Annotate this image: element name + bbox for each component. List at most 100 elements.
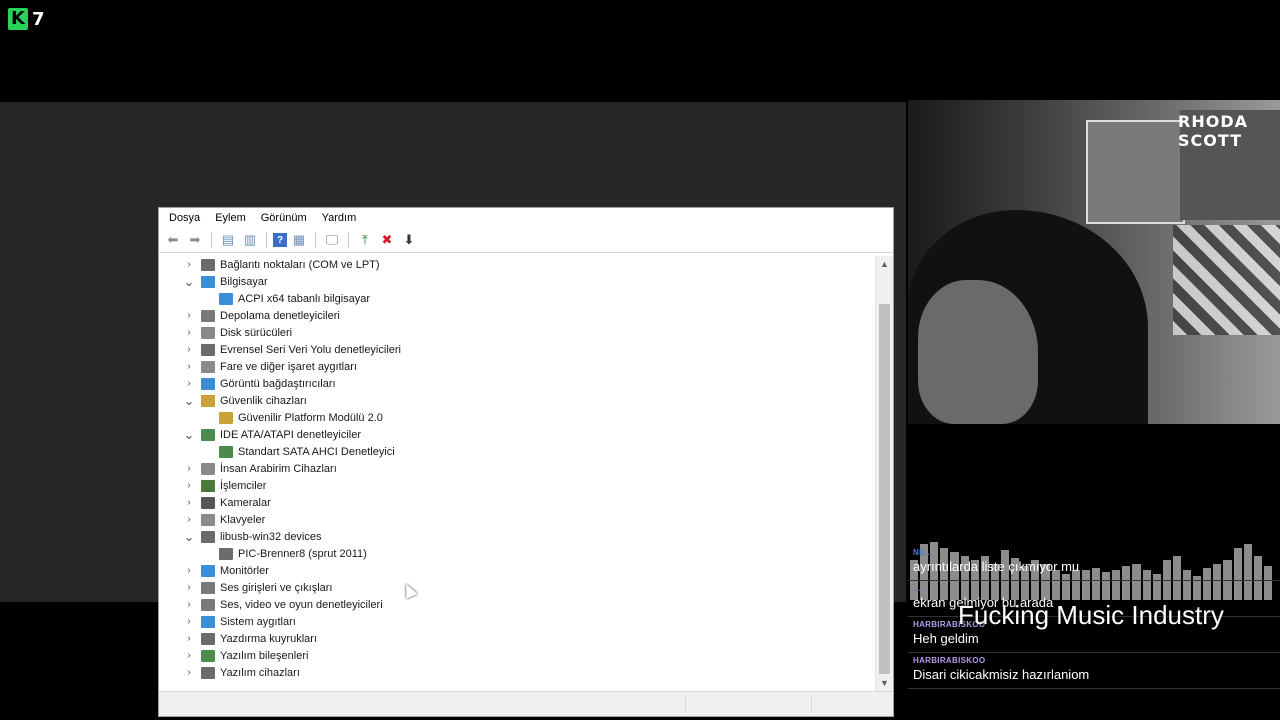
tree-item-label: Disk sürücüleri bbox=[220, 326, 293, 339]
chat-message: NE... ayrıntılarda liste çıkmıyor mu bbox=[908, 545, 1280, 581]
chevron-right-icon[interactable]: › bbox=[183, 327, 195, 338]
chevron-right-icon[interactable]: › bbox=[183, 667, 195, 678]
tree-item-label: Ses, video ve oyun denetleyicileri bbox=[220, 598, 383, 611]
menu-item-2[interactable]: Görünüm bbox=[259, 212, 314, 224]
overlay-title: Fucking Music Industry bbox=[958, 600, 1224, 630]
poster-text: RHODA SCOTT bbox=[1178, 112, 1248, 150]
chevron-right-icon[interactable]: › bbox=[183, 616, 195, 627]
tree-item-label: Monitörler bbox=[220, 564, 269, 577]
tree-item-label: Depolama denetleyicileri bbox=[220, 309, 340, 322]
menu-item-1[interactable]: Eylem bbox=[213, 212, 253, 224]
menu-item-0[interactable]: Dosya bbox=[167, 212, 207, 224]
camera-icon bbox=[201, 496, 215, 509]
tree-category-item[interactable]: › Sistem aygıtları bbox=[159, 613, 877, 630]
help-icon[interactable]: ? bbox=[273, 233, 287, 247]
tree-category-item[interactable]: › Monitörler bbox=[159, 562, 877, 579]
poster bbox=[1086, 120, 1185, 224]
chevron-down-icon[interactable]: ⌄ bbox=[183, 393, 195, 409]
tree-category-item[interactable]: › Yazdırma kuyrukları bbox=[159, 630, 877, 647]
update-driver-icon[interactable]: ⤒ bbox=[355, 230, 375, 250]
tree-item-label: Yazılım bileşenleri bbox=[220, 649, 309, 662]
tree-category-item[interactable]: › İşlemciler bbox=[159, 477, 877, 494]
scroll-up-icon[interactable]: ▲ bbox=[876, 256, 893, 273]
monitor-icon[interactable]: 🖵 bbox=[322, 230, 342, 250]
chat-username: HARBIRABISKOO bbox=[913, 656, 986, 665]
chevron-right-icon[interactable]: › bbox=[183, 259, 195, 270]
chevron-right-icon[interactable]: › bbox=[183, 361, 195, 372]
chevron-right-icon[interactable]: › bbox=[183, 378, 195, 389]
tree-child-item[interactable]: ›Güvenilir Platform Modülü 2.0 bbox=[159, 409, 877, 426]
tree-category-item[interactable]: ⌄ Güvenlik cihazları bbox=[159, 392, 877, 409]
tree-category-item[interactable]: › Ses, video ve oyun denetleyicileri bbox=[159, 596, 877, 613]
tree-category-item[interactable]: ⌄ Bilgisayar bbox=[159, 273, 877, 290]
tree-item-label: Bağlantı noktaları (COM ve LPT) bbox=[220, 258, 380, 271]
chevron-down-icon[interactable]: ⌄ bbox=[183, 427, 195, 443]
tree-item-label: libusb-win32 devices bbox=[220, 530, 322, 543]
webcam-feed: RHODA SCOTT bbox=[908, 100, 1280, 424]
tree-category-item[interactable]: › Ses girişleri ve çıkışları bbox=[159, 579, 877, 596]
chat-text: Disari cikicakmisiz hazırlaniom bbox=[913, 667, 1090, 682]
details-icon[interactable]: ▥ bbox=[240, 230, 260, 250]
chevron-right-icon[interactable]: › bbox=[183, 633, 195, 644]
hid-icon bbox=[201, 462, 215, 475]
tree-category-item[interactable]: › Kameralar bbox=[159, 494, 877, 511]
chat-text: ayrıntılarda liste çıkmıyor mu bbox=[913, 559, 1080, 574]
uninstall-icon[interactable]: ✖ bbox=[377, 230, 397, 250]
chevron-right-icon[interactable]: › bbox=[183, 650, 195, 661]
tree-category-item[interactable]: › Klavyeler bbox=[159, 511, 877, 528]
tree-child-item[interactable]: ›Standart SATA AHCI Denetleyici bbox=[159, 443, 877, 460]
tree-child-item[interactable]: ›ACPI x64 tabanlı bilgisayar bbox=[159, 290, 877, 307]
chat-username: ... bbox=[913, 584, 921, 593]
system-icon bbox=[201, 615, 215, 628]
scroll-thumb[interactable] bbox=[879, 304, 890, 674]
tree-category-item[interactable]: › Fare ve diğer işaret aygıtları bbox=[159, 358, 877, 375]
menu-item-3[interactable]: Yardım bbox=[320, 212, 364, 224]
tree-category-item[interactable]: › Disk sürücüleri bbox=[159, 324, 877, 341]
streamer-face bbox=[918, 280, 1038, 424]
tree-category-item[interactable]: ⌄ IDE ATA/ATAPI denetleyiciler bbox=[159, 426, 877, 443]
tree-category-item[interactable]: › Yazılım cihazları bbox=[159, 664, 877, 681]
chevron-right-icon[interactable]: › bbox=[183, 497, 195, 508]
tree-category-item[interactable]: › İnsan Arabirim Cihazları bbox=[159, 460, 877, 477]
tree-item-label: İnsan Arabirim Cihazları bbox=[220, 462, 337, 475]
logo: K 7 bbox=[8, 8, 45, 30]
status-segment bbox=[811, 695, 812, 713]
software-device-icon bbox=[201, 666, 215, 679]
tree-item-label: PIC-Brenner8 (sprut 2011) bbox=[238, 547, 367, 560]
vertical-scrollbar[interactable]: ▲ ▼ bbox=[875, 256, 893, 692]
chevron-right-icon[interactable]: › bbox=[183, 582, 195, 593]
tree-item-label: Standart SATA AHCI Denetleyici bbox=[238, 445, 395, 458]
tree-item-label: ACPI x64 tabanlı bilgisayar bbox=[238, 292, 371, 305]
chevron-right-icon[interactable]: › bbox=[183, 344, 195, 355]
chevron-right-icon[interactable]: › bbox=[183, 514, 195, 525]
chevron-right-icon[interactable]: › bbox=[183, 565, 195, 576]
tree-category-item[interactable]: › Bağlantı noktaları (COM ve LPT) bbox=[159, 256, 877, 273]
tree-category-item[interactable]: › Evrensel Seri Veri Yolu denetleyicileri bbox=[159, 341, 877, 358]
tree-item-label: Yazılım cihazları bbox=[220, 666, 300, 679]
tree-category-item[interactable]: › Depolama denetleyicileri bbox=[159, 307, 877, 324]
tree-category-item[interactable]: › Yazılım bileşenleri bbox=[159, 647, 877, 664]
tree-child-item[interactable]: ›PIC-Brenner8 (sprut 2011) bbox=[159, 545, 877, 562]
toolbar-separator bbox=[266, 232, 267, 248]
tree-category-item[interactable]: ⌄ libusb-win32 devices bbox=[159, 528, 877, 545]
panel-icon[interactable]: ▦ bbox=[289, 230, 309, 250]
chevron-right-icon[interactable]: › bbox=[183, 599, 195, 610]
status-segment bbox=[685, 695, 686, 713]
forward-arrow-icon[interactable]: ➡ bbox=[185, 230, 205, 250]
tree-item-label: Ses girişleri ve çıkışları bbox=[220, 581, 333, 594]
chevron-right-icon[interactable]: › bbox=[183, 480, 195, 491]
download-icon[interactable]: ⬇ bbox=[399, 230, 419, 250]
ide-icon bbox=[201, 428, 215, 441]
tree-item-label: Güvenilir Platform Modülü 2.0 bbox=[238, 411, 383, 424]
chevron-down-icon[interactable]: ⌄ bbox=[183, 529, 195, 545]
scroll-down-icon[interactable]: ▼ bbox=[876, 675, 893, 692]
properties-view-icon[interactable]: ▤ bbox=[218, 230, 238, 250]
tree-item-label: Güvenlik cihazları bbox=[220, 394, 307, 407]
chevron-right-icon[interactable]: › bbox=[183, 310, 195, 321]
tree-item-label: Bilgisayar bbox=[220, 275, 268, 288]
tree-category-item[interactable]: › Görüntü bağdaştırıcıları bbox=[159, 375, 877, 392]
chevron-down-icon[interactable]: ⌄ bbox=[183, 274, 195, 290]
back-arrow-icon[interactable]: ⬅ bbox=[163, 230, 183, 250]
chevron-right-icon[interactable]: › bbox=[183, 463, 195, 474]
tree-item-label: Kameralar bbox=[220, 496, 271, 509]
